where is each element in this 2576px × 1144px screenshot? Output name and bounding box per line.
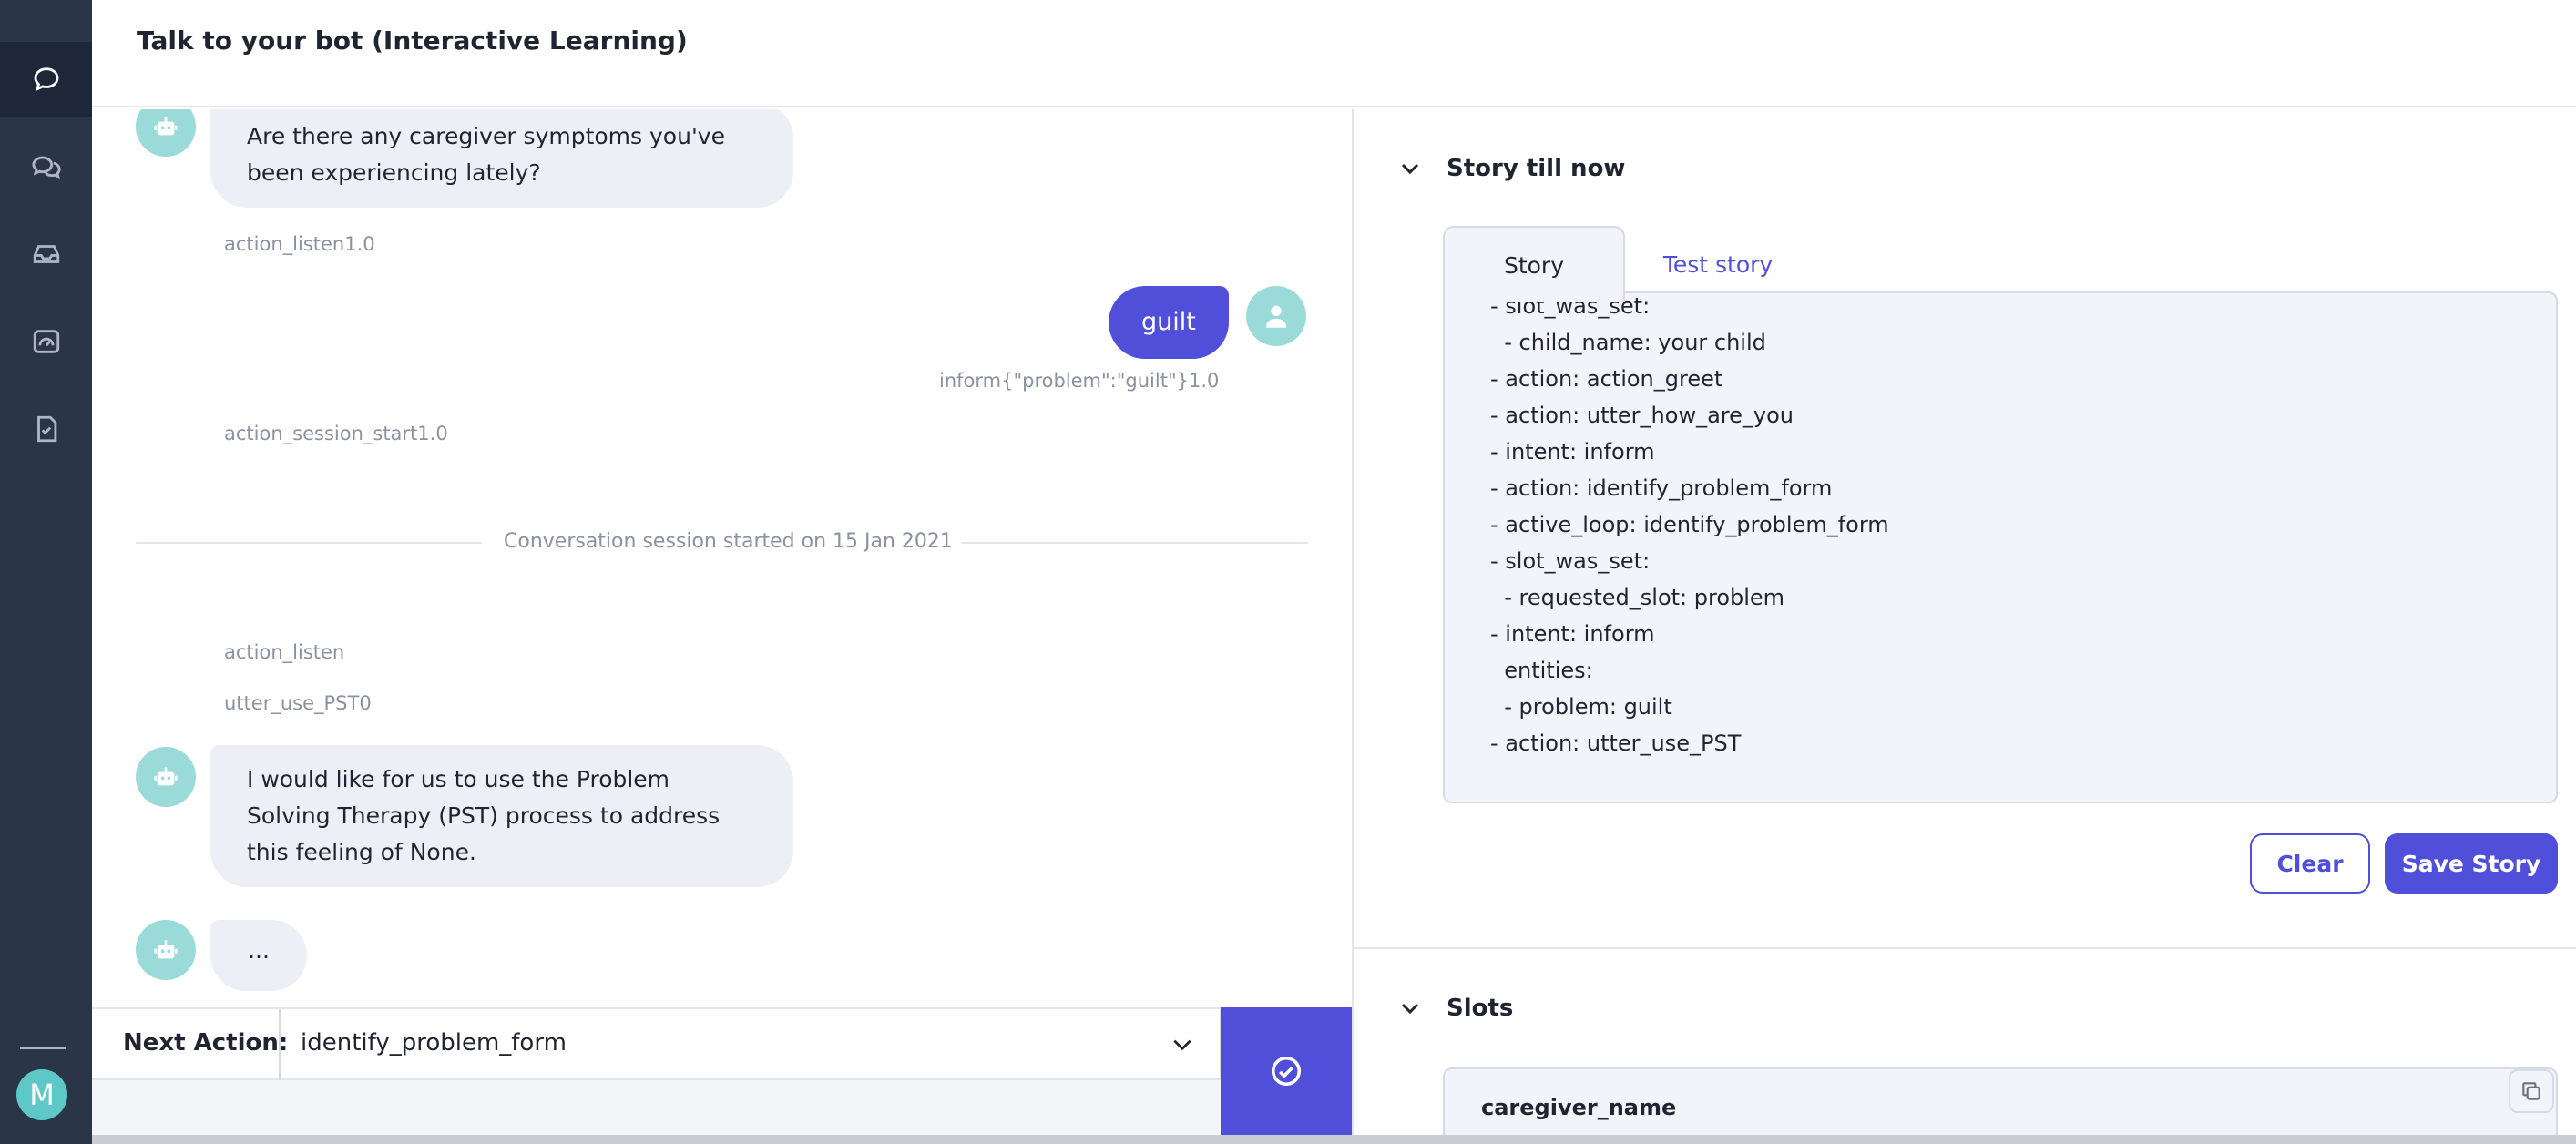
story-line: - action: utter_how_are_you (1490, 403, 1794, 428)
person-icon (1265, 305, 1287, 328)
sidebar: M (0, 0, 92, 1144)
action-label: action_listen (224, 641, 345, 663)
session-divider-text: Conversation session started on 15 Jan 2… (504, 530, 953, 553)
inbox-icon (33, 245, 59, 263)
copy-slots-button[interactable] (2509, 1069, 2554, 1113)
sidebar-divider (20, 1047, 66, 1049)
sidebar-item-inbox[interactable] (0, 217, 92, 291)
story-text-box[interactable]: - slot_was_set: - child_name: your child… (1443, 291, 2558, 803)
bot-message: I would like for us to use the Problem S… (210, 745, 793, 887)
slots-box: caregiver_name (1443, 1067, 2558, 1144)
page-title: Talk to your bot (Interactive Learning) (137, 26, 688, 56)
next-action-select[interactable]: identify_problem_form (279, 1009, 1222, 1080)
story-line: - active_loop: identify_problem_form (1490, 512, 1889, 537)
next-action-bar: Next Action: identify_problem_form (92, 1007, 1352, 1144)
story-line: - slot_was_set: (1490, 548, 1651, 574)
user-avatar-menu[interactable]: M (16, 1069, 67, 1120)
sidebar-item-tests[interactable] (0, 392, 92, 466)
dashboard-gauge-icon (33, 330, 59, 353)
copy-icon (2522, 1082, 2540, 1100)
sidebar-item-talk-to-bot[interactable] (0, 42, 92, 117)
robot-icon (154, 117, 178, 136)
confirm-action-button[interactable] (1221, 1007, 1352, 1144)
bot-avatar (136, 747, 196, 807)
robot-icon (154, 940, 178, 959)
chevron-down-icon (1401, 1003, 1419, 1015)
bot-avatar (136, 109, 196, 157)
chat-panel: Are there any caregiver symptoms you've … (92, 109, 1352, 1007)
conversations-icon (31, 156, 61, 179)
story-line: - problem: guilt (1490, 694, 1672, 720)
story-text: - slot_was_set: - child_name: your child… (1490, 293, 1889, 761)
story-section-title: Story till now (1446, 155, 1626, 182)
bot-typing-message: ... (210, 920, 307, 991)
user-message: guilt (1109, 286, 1229, 359)
action-label: action_session_start1.0 (224, 423, 448, 444)
slots-section-toggle[interactable]: Slots (1399, 995, 1513, 1022)
story-panel: Story till now Story Test story - slot_w… (1352, 109, 2576, 1144)
tab-story[interactable]: Story (1443, 226, 1625, 302)
checklist-doc-icon (36, 415, 56, 443)
next-action-row: Next Action: identify_problem_form (92, 1007, 1222, 1080)
story-line: - action: identify_problem_form (1490, 475, 1833, 501)
story-line: entities: (1490, 658, 1593, 683)
window-bottom-edge (92, 1135, 2576, 1144)
story-line: - action: action_greet (1490, 366, 1723, 392)
story-line: - intent: inform (1490, 621, 1655, 647)
chat-bubble-icon (34, 67, 58, 92)
story-line: - intent: inform (1490, 439, 1655, 465)
check-circle-icon (1271, 1056, 1302, 1087)
story-line: - child_name: your child (1490, 330, 1766, 355)
session-divider-line (962, 542, 1308, 544)
slot-name: caregiver_name (1481, 1095, 1677, 1120)
intent-label: inform{"problem":"guilt"}1.0 (939, 370, 1220, 392)
sidebar-item-conversations[interactable] (0, 129, 92, 204)
story-section-toggle[interactable]: Story till now (1399, 155, 1625, 182)
action-label: action_listen1.0 (224, 233, 375, 255)
next-action-label: Next Action: (123, 1029, 289, 1057)
sidebar-item-dashboard[interactable] (0, 304, 92, 379)
user-avatar (1246, 286, 1306, 346)
next-action-value: identify_problem_form (301, 1029, 567, 1057)
section-divider (1354, 947, 2576, 949)
story-line: - requested_slot: problem (1490, 585, 1785, 610)
action-label: utter_use_PST0 (224, 692, 372, 714)
bot-message: Are there any caregiver symptoms you've … (210, 109, 793, 208)
page-header: Talk to your bot (Interactive Learning) (92, 0, 2576, 107)
story-line: - action: utter_use_PST (1490, 730, 1742, 756)
session-divider-line (136, 542, 482, 544)
robot-icon (154, 767, 178, 786)
slots-section-title: Slots (1446, 995, 1514, 1022)
chevron-down-icon (1401, 163, 1419, 175)
save-story-button[interactable]: Save Story (2385, 833, 2558, 894)
bot-avatar (136, 920, 196, 980)
chevron-down-icon (1173, 1039, 1191, 1051)
clear-button[interactable]: Clear (2250, 833, 2370, 894)
